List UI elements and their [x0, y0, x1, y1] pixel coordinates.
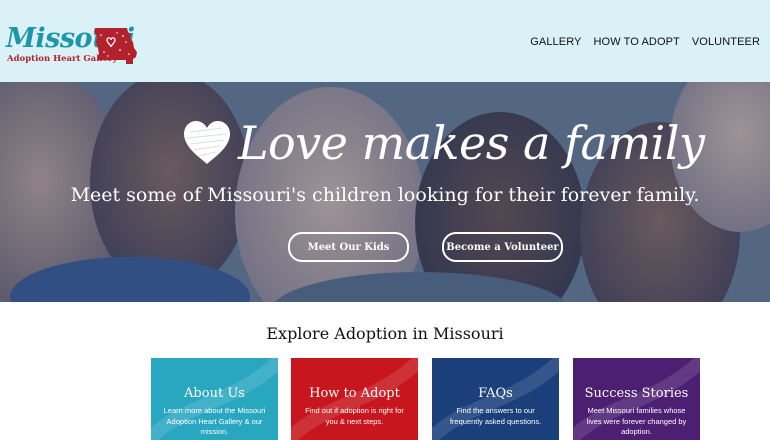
card-about-us[interactable]: About Us Learn more about the Missouri A… [151, 358, 278, 440]
hero-title: Love makes a family [238, 116, 705, 170]
card-title: FAQs [478, 386, 513, 401]
missouri-map-icon [94, 28, 137, 64]
card-faqs[interactable]: FAQs Find the answers to our frequently … [432, 358, 559, 440]
hero-banner: Love makes a family Meet some of Missour… [0, 82, 770, 302]
explore-heading: Explore Adoption in Missouri [266, 324, 504, 343]
heart-icon [184, 121, 230, 164]
card-description: Meet Missouri families whose lives were … [586, 406, 687, 436]
meet-our-kids-button[interactable]: Meet Our Kids [288, 232, 409, 262]
card-title: How to Adopt [309, 386, 400, 401]
card-description: Learn more about the Missouri Adoption H… [163, 406, 266, 436]
site-header: Missouri Adoption Heart Gallery GALLERY … [0, 0, 770, 82]
card-title: Success Stories [584, 386, 689, 401]
hero-title-block: Love makes a family [182, 112, 705, 176]
nav-gallery[interactable]: GALLERY [524, 36, 587, 48]
main-nav: GALLERY HOW TO ADOPT VOLUNTEER [524, 36, 766, 48]
card-success-stories[interactable]: Success Stories Meet Missouri families w… [573, 358, 700, 440]
card-title: About Us [184, 386, 245, 401]
card-how-to-adopt[interactable]: How to Adopt Find out if adoption is rig… [291, 358, 418, 440]
site-logo[interactable]: Missouri Adoption Heart Gallery [6, 24, 138, 70]
nav-volunteer[interactable]: VOLUNTEER [686, 36, 766, 48]
card-description: Find out if adoption is right for you & … [305, 406, 404, 426]
hero-subtitle: Meet some of Missouri's children looking… [70, 184, 700, 206]
nav-how-to-adopt[interactable]: HOW TO ADOPT [588, 36, 686, 48]
become-volunteer-button[interactable]: Become a Volunteer [442, 232, 563, 262]
card-description: Find the answers to our frequently asked… [449, 406, 542, 426]
